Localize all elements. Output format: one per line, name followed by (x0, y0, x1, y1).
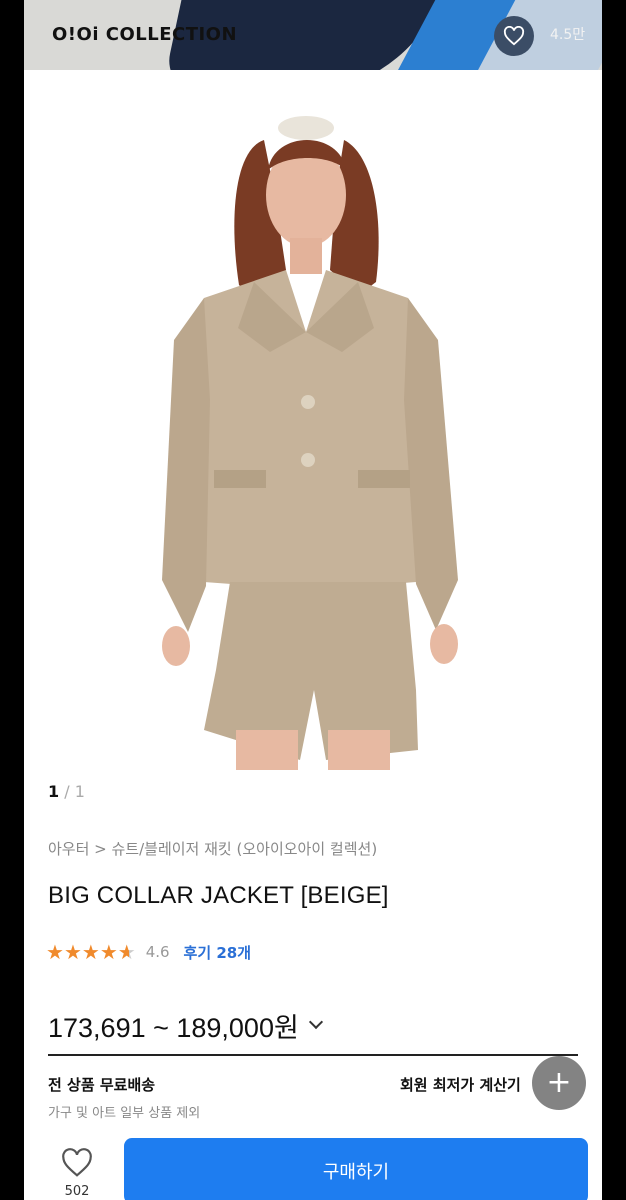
product-title: BIG COLLAR JACKET [BEIGE] (48, 882, 389, 909)
heart-icon (503, 26, 525, 46)
heart-outline-icon (62, 1148, 92, 1177)
shipping-info: 전 상품 무료배송 (48, 1076, 156, 1094)
rating-stars: ★ ★ ★ ★ ★ (46, 940, 136, 964)
gallery-pager: 1 / 1 (48, 782, 85, 801)
buy-button[interactable]: 구매하기 (124, 1138, 588, 1200)
pager-separator: / (64, 782, 70, 801)
rating-row[interactable]: ★ ★ ★ ★ ★ 4.6 후기 28개 (46, 940, 251, 964)
star-icon: ★ (63, 940, 82, 964)
wishlist-count: 502 (64, 1184, 90, 1199)
plus-icon[interactable]: + (532, 1056, 586, 1110)
product-image[interactable] (24, 70, 602, 770)
model-photo (162, 116, 458, 770)
price-range: 173,691 ~ 189,000원 (48, 1013, 299, 1043)
brand-like-count: 4.5만 (550, 27, 586, 43)
pager-total: 1 (74, 782, 85, 801)
brand-banner[interactable]: O!Oi COLLECTION 4.5만 (24, 0, 602, 70)
shipping-note: 가구 및 아트 일부 상품 제외 (48, 1106, 201, 1121)
rating-value: 4.6 (145, 943, 170, 961)
pager-current: 1 (48, 782, 60, 801)
star-icon: ★ (81, 940, 100, 964)
wishlist-button[interactable]: 502 (54, 1148, 100, 1199)
star-half-icon: ★ (117, 940, 136, 964)
brand-like-button[interactable] (494, 16, 534, 56)
breadcrumb[interactable]: 아우터 > 슈트/블레이저 재킷 (오아이오아이 컬렉션) (48, 838, 377, 859)
price-row[interactable]: 173,691 ~ 189,000원 (48, 1006, 323, 1045)
star-icon: ★ (46, 940, 64, 964)
product-page: O!Oi COLLECTION 4.5만 1 / 1 아우터 > 슈트/블레이저… (24, 0, 602, 1200)
brand-name[interactable]: O!Oi COLLECTION (52, 24, 237, 45)
review-count-link[interactable]: 후기 28개 (184, 942, 252, 963)
member-price-calculator-link[interactable]: 회원 최저가 계산기 (400, 1074, 521, 1095)
chevron-down-icon[interactable] (308, 1014, 323, 1029)
divider (48, 1054, 578, 1056)
star-icon: ★ (99, 940, 118, 964)
